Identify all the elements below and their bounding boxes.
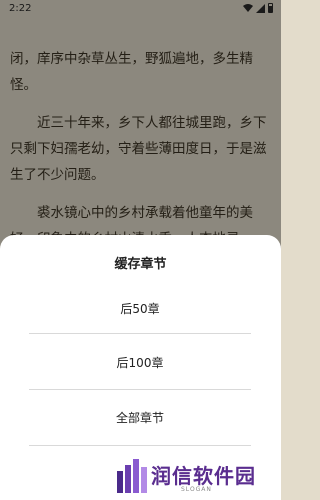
watermark: 润信软件园 SLOGAN [117, 455, 275, 497]
watermark-logo-icon [117, 459, 147, 493]
watermark-slogan: SLOGAN [181, 486, 212, 493]
cache-all-option[interactable]: 全部章节 [29, 392, 251, 442]
sheet-title: 缓存章节 [114, 257, 167, 272]
watermark-text: 润信软件园 [151, 464, 256, 488]
divider [29, 445, 251, 446]
cache-last-100-option[interactable]: 后100章 [29, 337, 251, 387]
cache-last-50-option[interactable]: 后50章 [29, 283, 251, 333]
divider [29, 389, 251, 390]
divider [29, 333, 251, 334]
